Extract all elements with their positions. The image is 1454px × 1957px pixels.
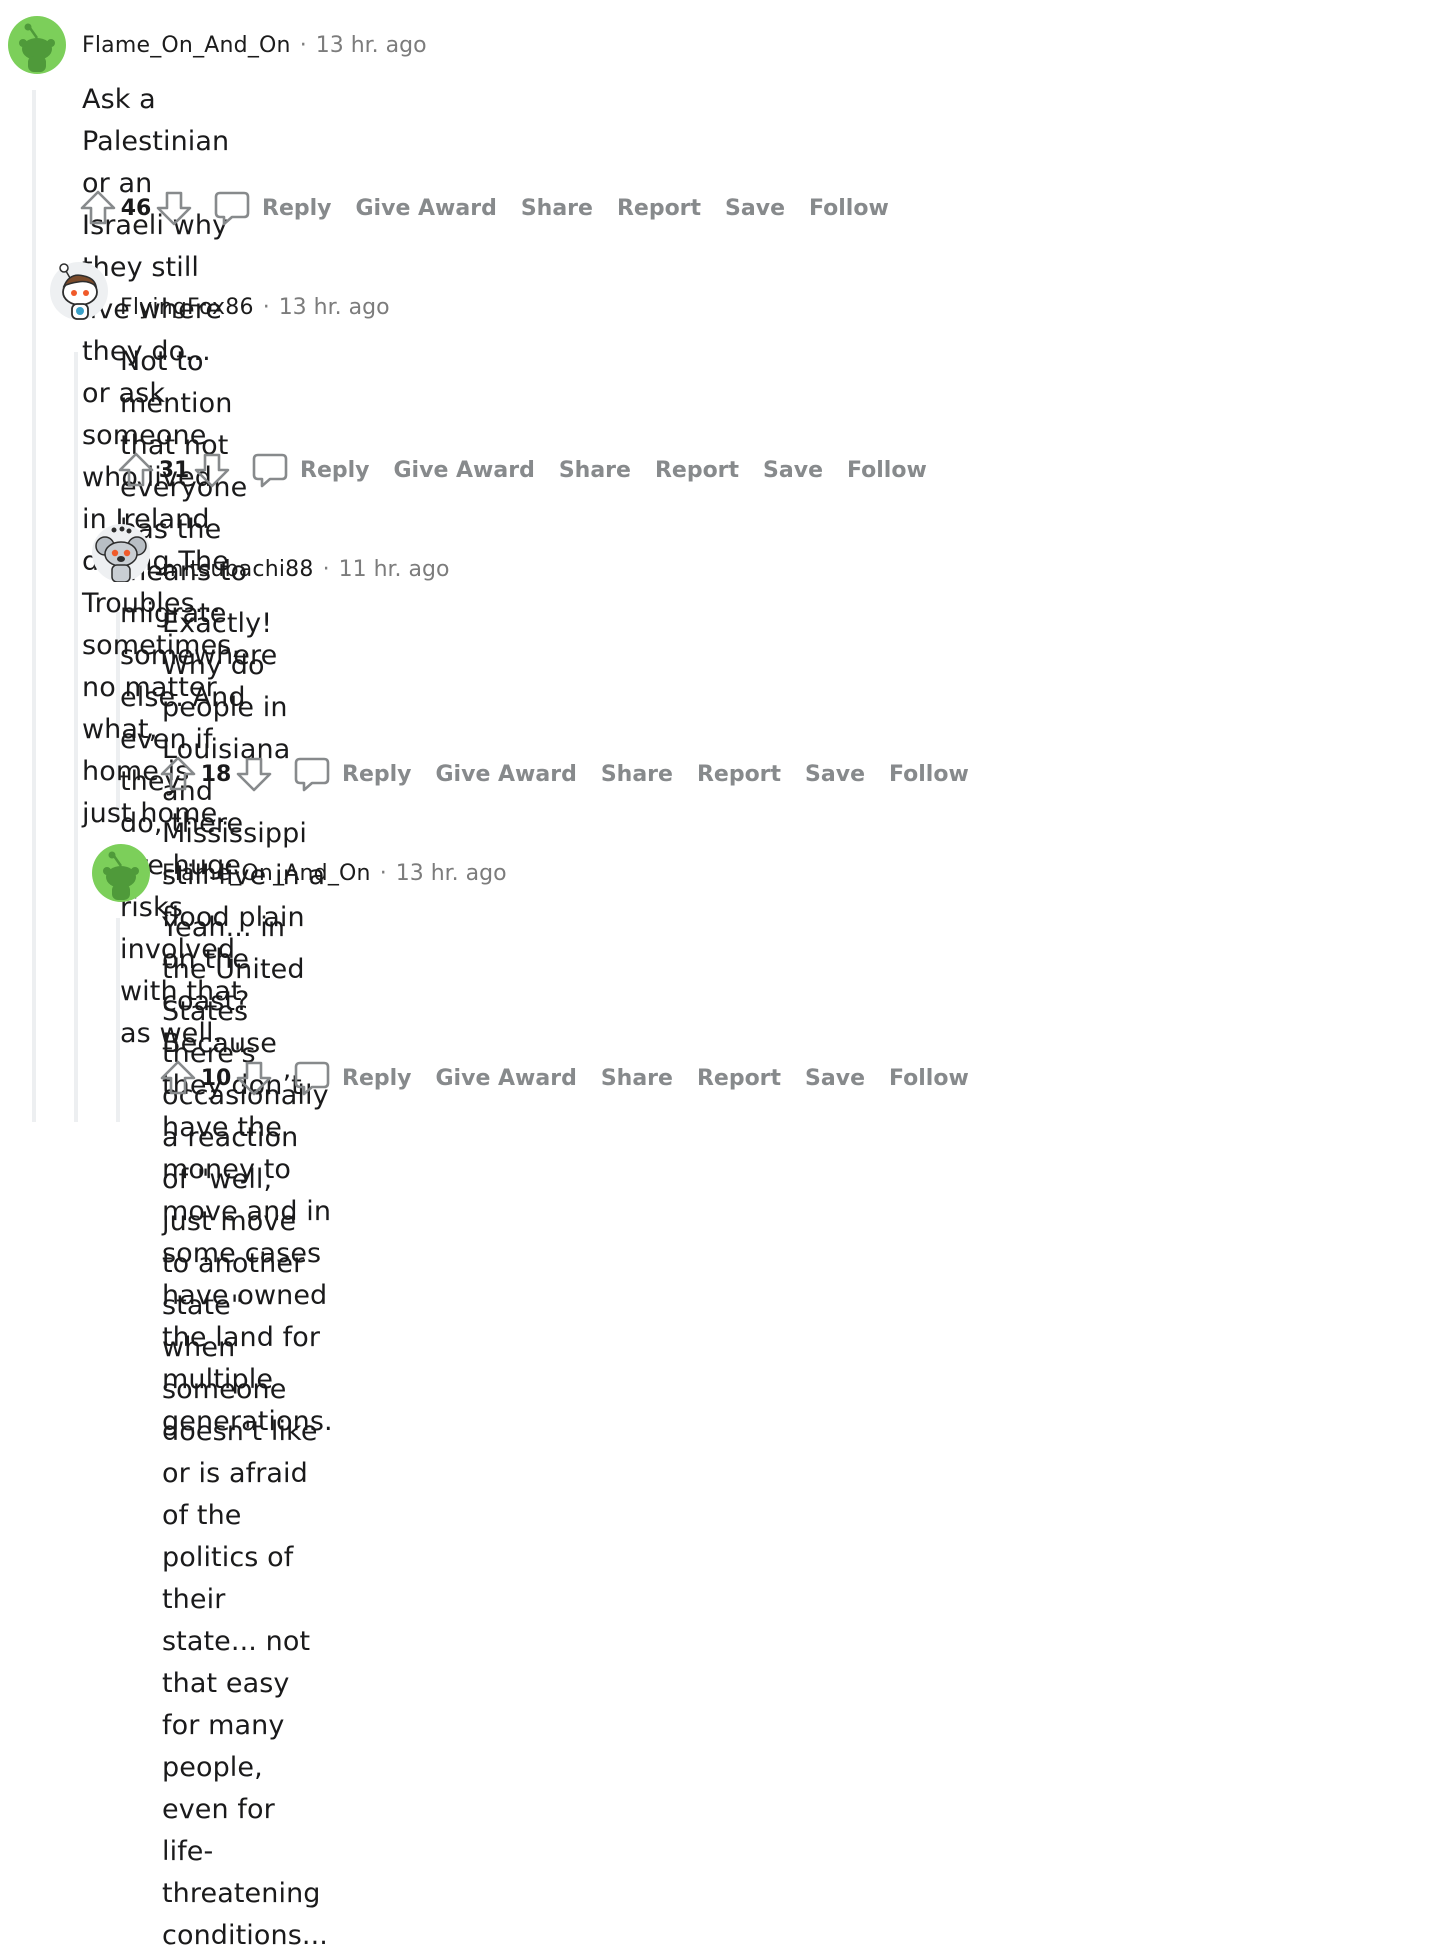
username-link[interactable]: mitsubachi88	[162, 557, 314, 582]
chat-bubble-icon	[292, 1058, 332, 1098]
meta-separator: ·	[379, 860, 387, 886]
share-button[interactable]: Share	[559, 458, 631, 483]
downvote-button[interactable]	[234, 1058, 274, 1098]
meta-separator: ·	[322, 556, 330, 582]
comment-body-line: Yeah... in the United States there's occ…	[162, 912, 329, 1321]
chat-bubble-icon	[292, 754, 332, 794]
username-link[interactable]: FlyingFox86	[120, 295, 254, 320]
reply-label: Reply	[300, 457, 370, 483]
reply-button[interactable]: Reply	[250, 450, 394, 490]
comment-header: Flame_On_And_On · 13 hr. ago	[82, 30, 427, 60]
give-award-button[interactable]: Give Award	[436, 1066, 577, 1091]
give-award-button[interactable]: Give Award	[436, 762, 577, 787]
vote-score: 46	[120, 195, 152, 221]
report-button[interactable]: Report	[697, 1066, 781, 1091]
username-link[interactable]: Flame_On_And_On	[162, 861, 371, 886]
upvote-arrow-icon	[158, 754, 198, 794]
username-link[interactable]: Flame_On_And_On	[82, 33, 291, 58]
snoo-green-avatar-icon[interactable]	[8, 16, 66, 74]
downvote-button[interactable]	[154, 188, 194, 228]
comment-actions-bar: 31 Reply Give Award Share Report Save Fo…	[116, 448, 951, 492]
timestamp-link[interactable]: 13 hr. ago	[316, 33, 427, 58]
timestamp-link[interactable]: 11 hr. ago	[339, 557, 450, 582]
timestamp-link[interactable]: 13 hr. ago	[279, 295, 390, 320]
upvote-button[interactable]	[158, 1058, 198, 1098]
chat-bubble-icon	[250, 450, 290, 490]
upvote-button[interactable]	[158, 754, 198, 794]
share-button[interactable]: Share	[601, 762, 673, 787]
snoo-green-avatar-icon[interactable]	[92, 844, 150, 902]
vote-score: 10	[200, 1065, 232, 1091]
save-button[interactable]: Save	[805, 762, 865, 787]
follow-button[interactable]: Follow	[889, 1066, 969, 1091]
give-award-button[interactable]: Give Award	[356, 196, 497, 221]
report-button[interactable]: Report	[697, 762, 781, 787]
give-award-button[interactable]: Give Award	[394, 458, 535, 483]
follow-button[interactable]: Follow	[889, 762, 969, 787]
reply-label: Reply	[262, 195, 332, 221]
upvote-arrow-icon	[158, 1058, 198, 1098]
save-button[interactable]: Save	[763, 458, 823, 483]
timestamp-link[interactable]: 13 hr. ago	[396, 861, 507, 886]
follow-button[interactable]: Follow	[809, 196, 889, 221]
comment-body-line: when someone doesn't like or is afraid o…	[162, 1332, 318, 1741]
snoo-white-avatar-icon[interactable]	[50, 262, 108, 320]
share-button[interactable]: Share	[601, 1066, 673, 1091]
follow-button[interactable]: Follow	[847, 458, 927, 483]
chat-bubble-icon	[212, 188, 252, 228]
upvote-arrow-icon	[116, 450, 156, 490]
vote-score: 31	[158, 457, 190, 483]
upvote-button[interactable]	[116, 450, 156, 490]
upvote-arrow-icon	[78, 188, 118, 228]
comment-header: Flame_On_And_On · 13 hr. ago	[162, 858, 507, 888]
reply-button[interactable]: Reply	[292, 754, 436, 794]
downvote-arrow-icon	[192, 450, 232, 490]
thread-line-level-2[interactable]	[74, 352, 78, 1122]
downvote-arrow-icon	[234, 754, 274, 794]
meta-separator: ·	[262, 294, 270, 320]
comment-actions-bar: 18 Reply Give Award Share Report Save Fo…	[158, 752, 993, 796]
save-button[interactable]: Save	[725, 196, 785, 221]
downvote-button[interactable]	[234, 754, 274, 794]
downvote-arrow-icon	[234, 1058, 274, 1098]
comment-actions-bar: 10 Reply Give Award Share Report Save Fo…	[158, 1056, 993, 1100]
snoo-koala-avatar-icon[interactable]	[92, 524, 150, 582]
comment-header: FlyingFox86 · 13 hr. ago	[120, 292, 390, 322]
downvote-button[interactable]	[192, 450, 232, 490]
reply-button[interactable]: Reply	[212, 188, 356, 228]
vote-score: 18	[200, 761, 232, 787]
thread-line-level-1[interactable]	[32, 90, 36, 1122]
comment-actions-bar: 46 Reply Give Award Share Report Save Fo…	[78, 186, 913, 230]
report-button[interactable]: Report	[617, 196, 701, 221]
comment-body-line: people, even for life-threatening condit…	[162, 1752, 328, 1951]
comment-header: mitsubachi88 · 11 hr. ago	[162, 554, 449, 584]
save-button[interactable]: Save	[805, 1066, 865, 1091]
meta-separator: ·	[299, 32, 307, 58]
reply-label: Reply	[342, 761, 412, 787]
downvote-arrow-icon	[154, 188, 194, 228]
reply-button[interactable]: Reply	[292, 1058, 436, 1098]
upvote-button[interactable]	[78, 188, 118, 228]
share-button[interactable]: Share	[521, 196, 593, 221]
reply-label: Reply	[342, 1065, 412, 1091]
report-button[interactable]: Report	[655, 458, 739, 483]
